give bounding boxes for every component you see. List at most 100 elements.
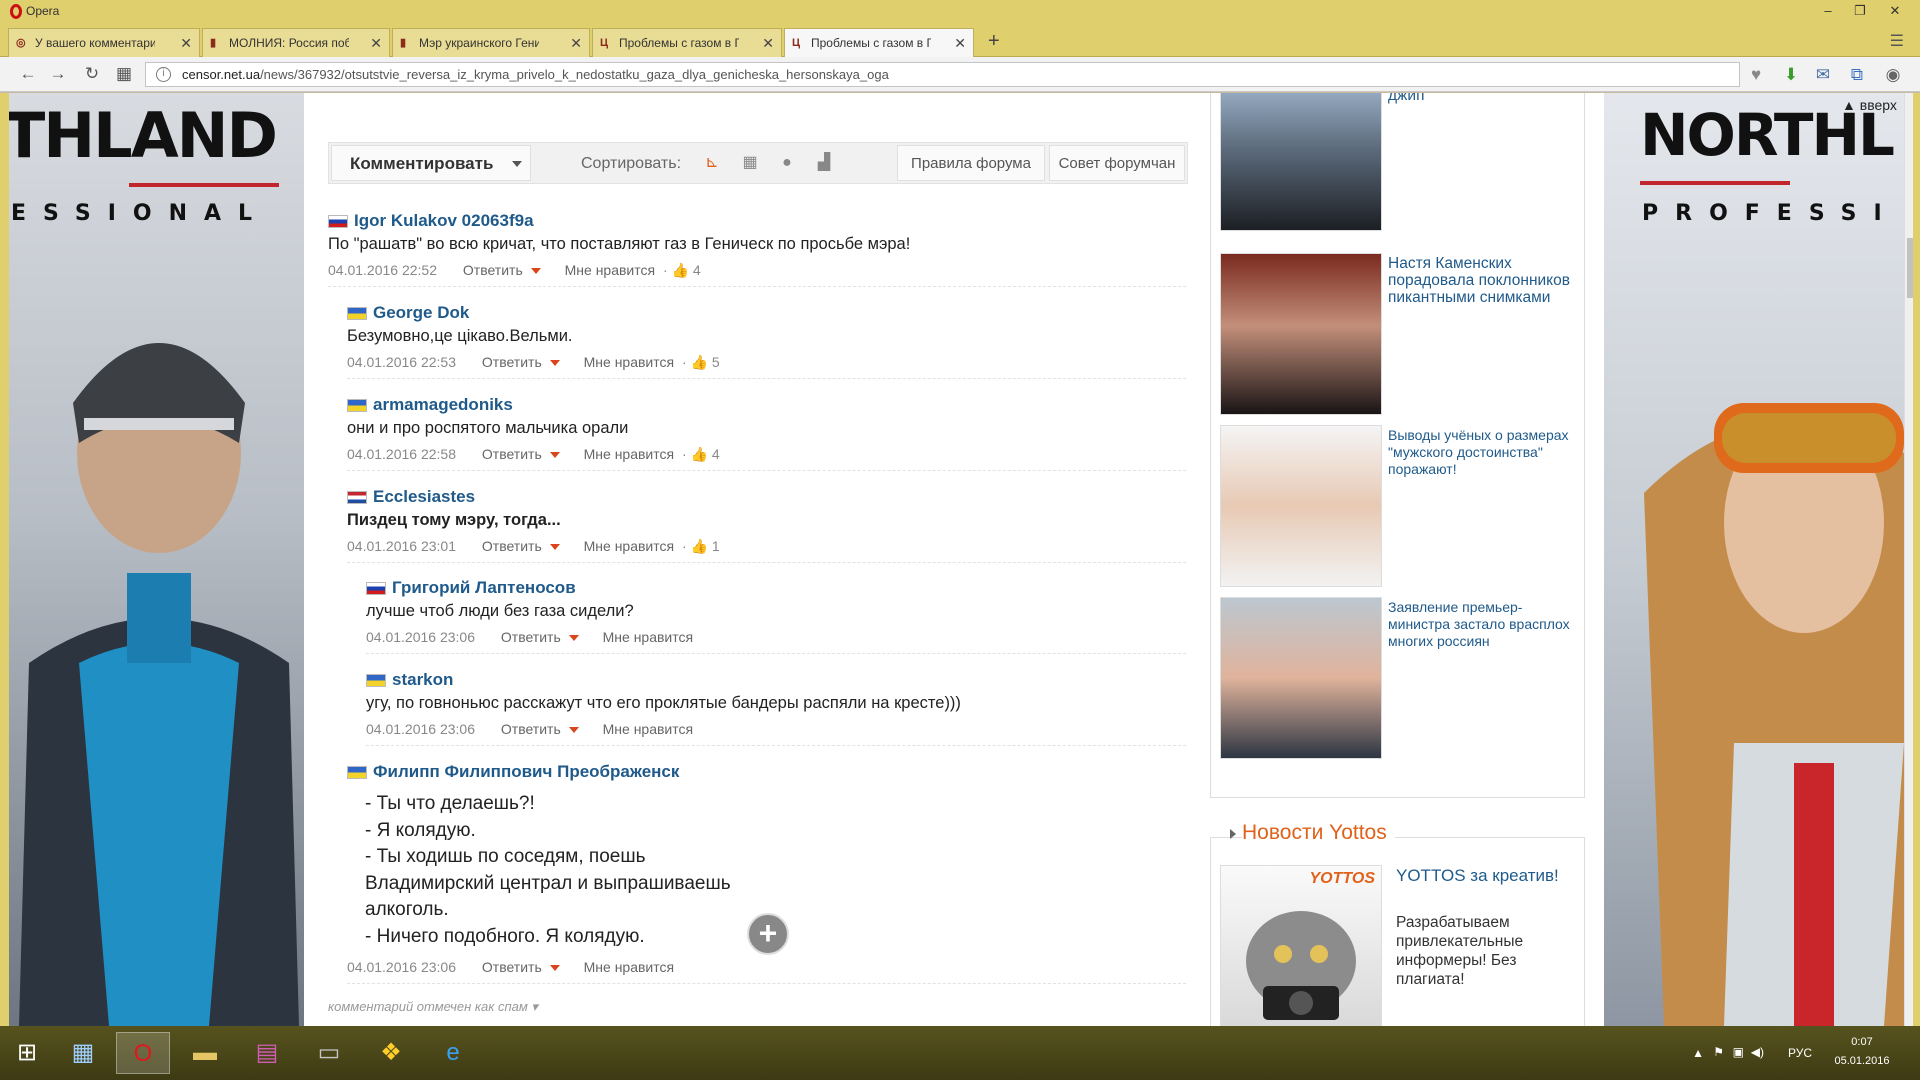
- scroll-to-top-label: вверх: [1859, 97, 1897, 113]
- app-folder-icon[interactable]: ▬: [178, 1032, 232, 1074]
- forum-rules-button[interactable]: Правила форума: [897, 145, 1045, 181]
- like-button[interactable]: Мне нравится: [584, 354, 674, 370]
- app-drive-icon[interactable]: ▭: [302, 1032, 356, 1074]
- comment-item: George Dok Безумовно,це цікаво.Вельми. 0…: [347, 303, 1186, 379]
- window-frame-right: [1913, 93, 1920, 1026]
- spam-note[interactable]: комментарий отмечен как спам ▾: [328, 999, 538, 1015]
- tray-date[interactable]: 05.01.2016: [1830, 1055, 1894, 1067]
- sort-tree-icon[interactable]: ⊾: [701, 152, 723, 174]
- start-windows-icon[interactable]: ⊞: [0, 1032, 54, 1074]
- reply-button[interactable]: Ответить: [501, 721, 561, 737]
- reply-button[interactable]: Ответить: [482, 354, 542, 370]
- comment-author[interactable]: Григорий Лаптеносов: [392, 578, 576, 598]
- close-tab-icon[interactable]: ✕: [570, 35, 582, 52]
- bookmark-heart-icon[interactable]: ♥: [1745, 64, 1767, 86]
- navigation-bar: ← → ↻ ▦ i censor.net.ua/news/367932/otsu…: [0, 57, 1920, 92]
- reply-caret-icon[interactable]: [530, 268, 541, 275]
- reply-button[interactable]: Ответить: [501, 629, 561, 645]
- like-button[interactable]: Мне нравится: [584, 446, 674, 462]
- reply-caret-icon[interactable]: [549, 544, 560, 551]
- mail-icon[interactable]: ✉: [1812, 64, 1834, 86]
- maximize-button[interactable]: ❐: [1840, 0, 1880, 22]
- promo-text: Выводы учёных о размерах "мужского досто…: [1388, 427, 1569, 477]
- speed-dial-icon[interactable]: ▦: [112, 63, 136, 85]
- app-opera-icon[interactable]: O: [116, 1032, 170, 1074]
- reply-button[interactable]: Ответить: [482, 959, 542, 975]
- reply-caret-icon[interactable]: [549, 452, 560, 459]
- app-explorer-icon[interactable]: ▦: [56, 1032, 110, 1074]
- ad-brand-logo: THLAND: [9, 99, 278, 172]
- new-tab-button[interactable]: +: [988, 30, 1000, 53]
- tray-language[interactable]: РУС: [1788, 1046, 1812, 1060]
- like-button[interactable]: Мне нравится: [565, 262, 655, 278]
- tab-menu-icon[interactable]: ☰: [1890, 31, 1904, 51]
- app-ie-icon[interactable]: e: [426, 1032, 480, 1074]
- browser-tab[interactable]: ◎ У вашего комментария п ✕: [8, 28, 200, 57]
- web-page: THLAND ESSIONAL Комментировать Сортирова…: [0, 93, 1920, 1026]
- like-button[interactable]: Мне нравится: [603, 721, 693, 737]
- right-banner-ad[interactable]: NORTHL PROFESSI: [1604, 93, 1913, 1026]
- like-button[interactable]: Мне нравится: [584, 959, 674, 975]
- download-icon[interactable]: ⬇: [1780, 64, 1802, 86]
- close-window-button[interactable]: ✕: [1875, 0, 1915, 22]
- comment-text: Безумовно,це цікаво.Вельми.: [347, 327, 573, 345]
- reply-caret-icon[interactable]: [549, 965, 560, 972]
- reply-caret-icon[interactable]: [568, 727, 579, 734]
- browser-tab[interactable]: ▮ МОЛНИЯ: Россия побед ✕: [202, 28, 390, 57]
- comment-author[interactable]: armamagedoniks: [373, 395, 513, 415]
- like-button[interactable]: Мне нравится: [603, 629, 693, 645]
- sort-date-icon[interactable]: ▦: [739, 152, 761, 174]
- opera-logo-icon[interactable]: [10, 4, 22, 19]
- comment-button[interactable]: Комментировать: [331, 145, 531, 181]
- tray-network-icon[interactable]: ▣: [1733, 1045, 1744, 1059]
- reload-button[interactable]: ↻: [80, 63, 104, 85]
- yottos-cat-image[interactable]: YOTTOS: [1220, 865, 1382, 1026]
- reply-caret-icon[interactable]: [568, 635, 579, 642]
- site-info-icon[interactable]: i: [156, 67, 171, 82]
- yottos-heading[interactable]: Новости Yottos: [1242, 821, 1395, 845]
- comment-author[interactable]: Igor Kulakov 02063f9a: [354, 211, 534, 231]
- tray-flag-icon[interactable]: ⚑: [1713, 1045, 1724, 1059]
- address-field[interactable]: i censor.net.ua/news/367932/otsutstvie_r…: [145, 62, 1740, 87]
- account-icon[interactable]: ◉: [1882, 64, 1904, 86]
- scroll-to-top-link[interactable]: ▲ вверх: [1842, 97, 1897, 113]
- tray-volume-icon[interactable]: ◀): [1751, 1045, 1764, 1059]
- comment-author[interactable]: George Dok: [373, 303, 469, 323]
- yottos-title[interactable]: YOTTOS за креатив!: [1396, 865, 1566, 887]
- reply-button[interactable]: Ответить: [482, 446, 542, 462]
- promo-text: Заявление премьер-министра застало врасп…: [1388, 599, 1570, 649]
- back-button[interactable]: ←: [16, 63, 40, 85]
- reply-button[interactable]: Ответить: [463, 262, 523, 278]
- promo-photo-image: [1220, 597, 1382, 759]
- tab-title: Мэр украинского Генич: [419, 36, 539, 50]
- close-tab-icon[interactable]: ✕: [370, 35, 382, 52]
- like-button[interactable]: Мне нравится: [584, 538, 674, 554]
- comment-author[interactable]: starkon: [392, 670, 453, 690]
- comment-date: 04.01.2016 23:06: [366, 721, 475, 737]
- reply-caret-icon[interactable]: [549, 360, 560, 367]
- browser-tab-active[interactable]: Ц Проблемы с газом в Ген ✕: [784, 28, 974, 58]
- url-domain: censor.net.ua: [182, 67, 261, 82]
- comment-item: Ecclesiastes Пиздец тому мэру, тогда... …: [347, 487, 1186, 563]
- comment-author[interactable]: Филипп Филиппович Преображенск: [373, 762, 679, 782]
- close-tab-icon[interactable]: ✕: [954, 35, 966, 52]
- flag-ua-icon: [366, 674, 386, 687]
- expand-plus-button[interactable]: +: [747, 913, 789, 955]
- close-tab-icon[interactable]: ✕: [180, 35, 192, 52]
- tray-arrow-icon[interactable]: ▲: [1692, 1046, 1704, 1060]
- comment-item: starkon угу, по говноньюс расскажут что …: [366, 670, 1186, 746]
- close-tab-icon[interactable]: ✕: [762, 35, 774, 52]
- comment-author[interactable]: Ecclesiastes: [373, 487, 475, 507]
- forum-advice-button[interactable]: Совет форумчан: [1049, 145, 1185, 181]
- reply-button[interactable]: Ответить: [482, 538, 542, 554]
- left-banner-ad[interactable]: THLAND ESSIONAL: [9, 93, 304, 1026]
- browser-tab[interactable]: Ц Проблемы с газом в Ген ✕: [592, 28, 782, 57]
- browser-tab[interactable]: ▮ Мэр украинского Генич ✕: [392, 28, 590, 57]
- forward-button[interactable]: →: [46, 63, 70, 85]
- extension-icon[interactable]: ⧉: [1846, 64, 1868, 86]
- sort-rating-icon[interactable]: ▟: [813, 152, 835, 174]
- tray-time[interactable]: 0:07: [1830, 1036, 1894, 1048]
- app-archive-icon[interactable]: ▤: [240, 1032, 294, 1074]
- sort-user-icon[interactable]: ●: [776, 152, 798, 174]
- app-windows7-icon[interactable]: ❖: [364, 1032, 418, 1074]
